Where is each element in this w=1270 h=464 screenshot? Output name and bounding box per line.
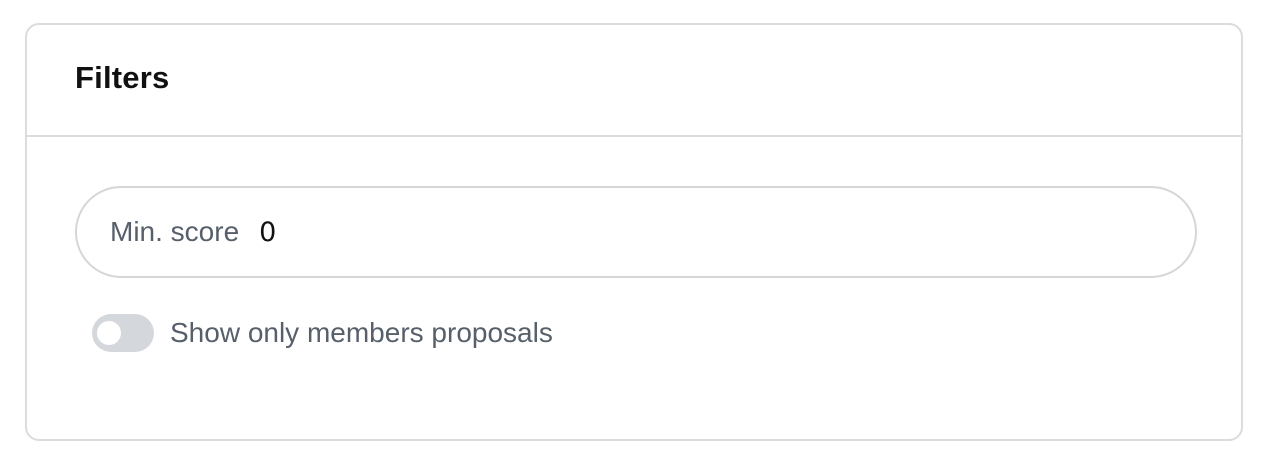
filters-header: Filters	[27, 25, 1241, 137]
members-only-label[interactable]: Show only members proposals	[170, 317, 553, 349]
filters-panel: Filters Min. score Show only members pro…	[25, 23, 1243, 441]
min-score-field[interactable]: Min. score	[75, 186, 1197, 278]
min-score-input[interactable]	[259, 207, 1060, 257]
members-only-toggle[interactable]	[92, 314, 154, 352]
filters-title: Filters	[75, 60, 170, 95]
members-toggle-row[interactable]: Show only members proposals	[92, 314, 553, 352]
toggle-knob	[97, 321, 121, 345]
min-score-label: Min. score	[110, 216, 240, 247]
